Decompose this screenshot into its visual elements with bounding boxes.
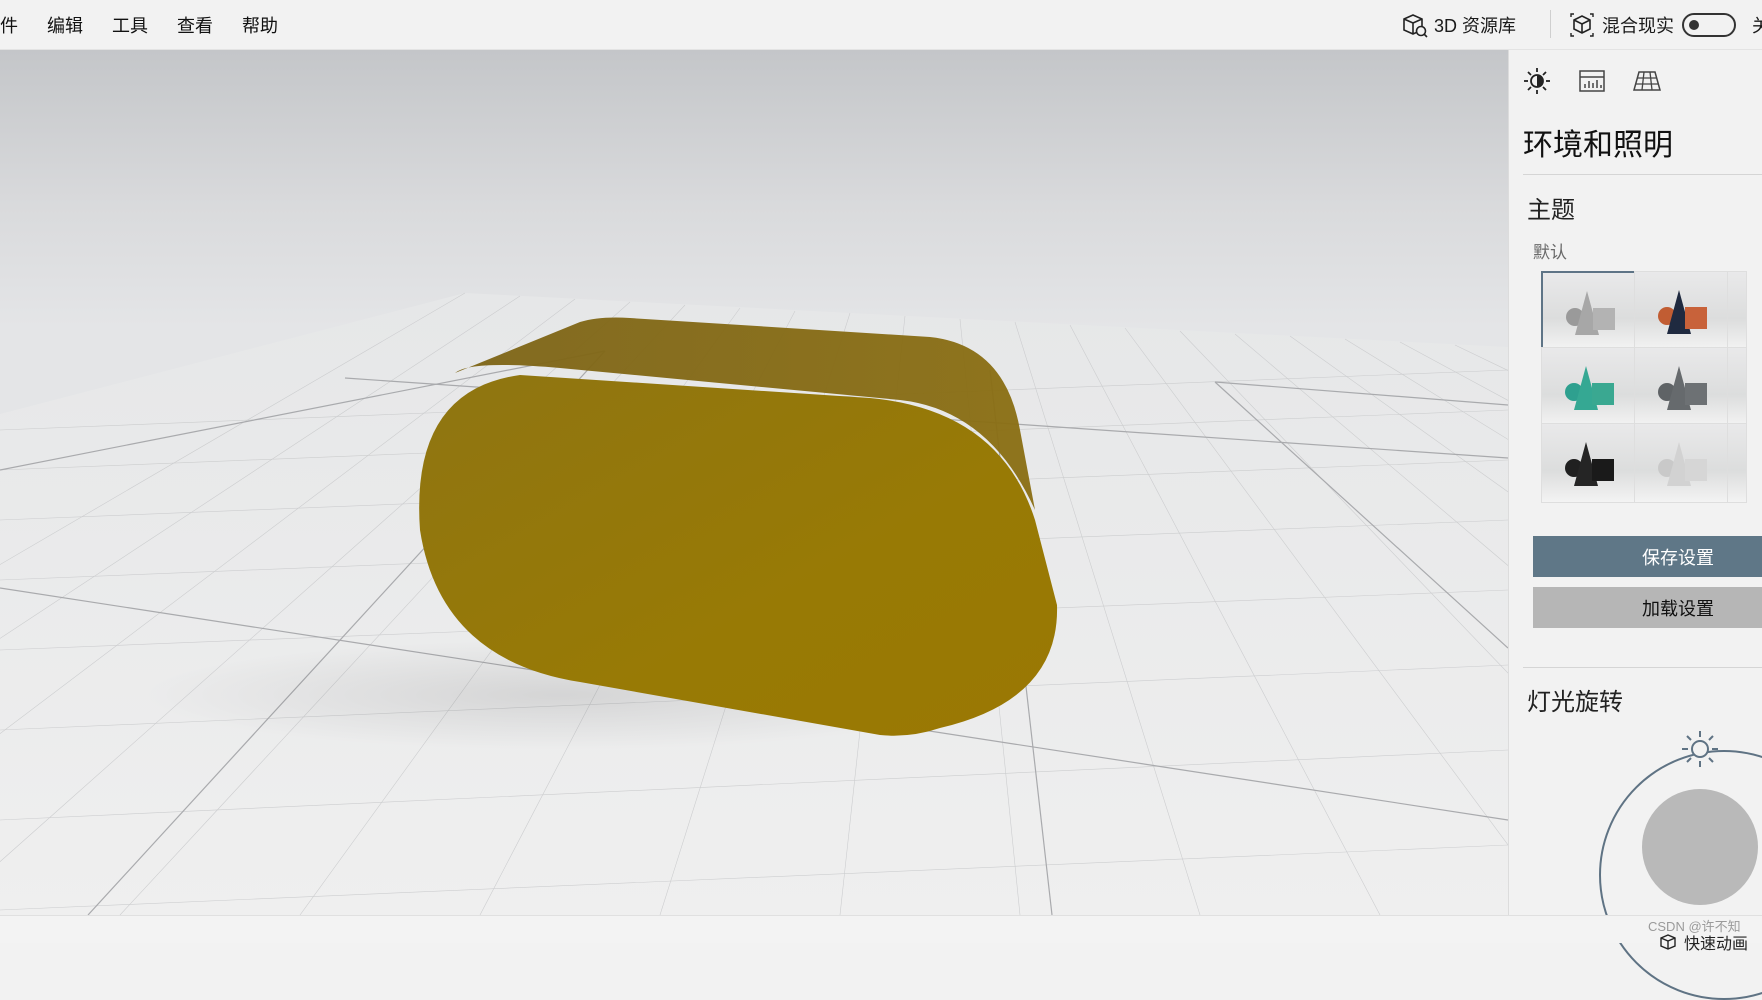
mixed-reality-control[interactable]: 混合现实 [1568,0,1736,50]
theme-thumbnail-partial[interactable] [1727,271,1747,351]
box-shape [1685,307,1707,329]
theme-thumbnail-navy-orange[interactable] [1634,271,1733,351]
3d-library-label: 3D 资源库 [1434,16,1517,36]
box-shape [1592,383,1614,405]
cube-library-icon [1403,14,1428,38]
menu-view[interactable]: 查看 [177,12,213,38]
theme-thumbnail-partial[interactable] [1727,423,1747,503]
light-direction-sun-icon[interactable] [1679,728,1721,770]
menu-help[interactable]: 帮助 [242,12,278,38]
light-rotation-knob[interactable] [1642,789,1758,905]
theme-thumbnail-partial[interactable] [1727,347,1747,427]
lighting-sun-icon[interactable] [1522,66,1552,96]
quick-animation-button[interactable]: 快速动画 [1658,930,1748,954]
mixed-reality-toggle[interactable] [1682,13,1736,37]
light-rotation-title: 灯光旋转 [1527,689,1623,716]
animation-cube-icon [1660,934,1676,950]
divider [1523,667,1762,668]
menu-tools[interactable]: 工具 [112,12,148,38]
box-shape [1593,308,1615,330]
menu-edit[interactable]: 编辑 [47,12,83,38]
grid-floor-icon[interactable] [1632,66,1662,96]
theme-thumbnail-dark-grey[interactable] [1634,347,1733,427]
theme-thumbnails [1541,271,1762,521]
save-settings-button[interactable]: 保存设置 [1533,536,1762,577]
panel-title: 环境和照明 [1523,129,1673,162]
box-shape [1685,383,1707,405]
mixed-reality-icon [1570,13,1594,37]
theme-thumbnail-grey[interactable] [1541,271,1640,351]
load-settings-button[interactable]: 加载设置 [1533,587,1762,628]
stats-chart-icon[interactable] [1577,66,1607,96]
theme-sub-label: 默认 [1533,243,1567,262]
box-shape [1592,459,1614,481]
mixed-reality-label: 混合现实 [1602,16,1674,36]
3d-viewport[interactable] [0,50,1508,915]
scene-canvas [0,292,1508,915]
status-bar [0,915,1762,943]
3d-library-button[interactable]: 3D 资源库 [1400,0,1516,50]
quick-animation-label: 快速动画 [1684,936,1749,953]
menu-file[interactable]: 件 [0,12,18,38]
properties-panel: 环境和照明 主题 默认 保存设置 加载设置 灯光旋转 [1508,50,1762,1000]
toolbar-divider [1550,10,1551,38]
theme-thumbnail-black[interactable] [1541,423,1640,503]
toggle-state-label: 关 [1752,16,1762,36]
theme-thumbnail-light[interactable] [1634,423,1733,503]
box-shape [1685,459,1707,481]
toggle-knob [1689,20,1699,30]
theme-section-title: 主题 [1527,197,1575,224]
divider [1523,174,1762,175]
menu-bar: 件 编辑 工具 查看 帮助 3D 资源库 混合现实 关 [0,0,1762,50]
theme-thumbnail-teal[interactable] [1541,347,1640,427]
